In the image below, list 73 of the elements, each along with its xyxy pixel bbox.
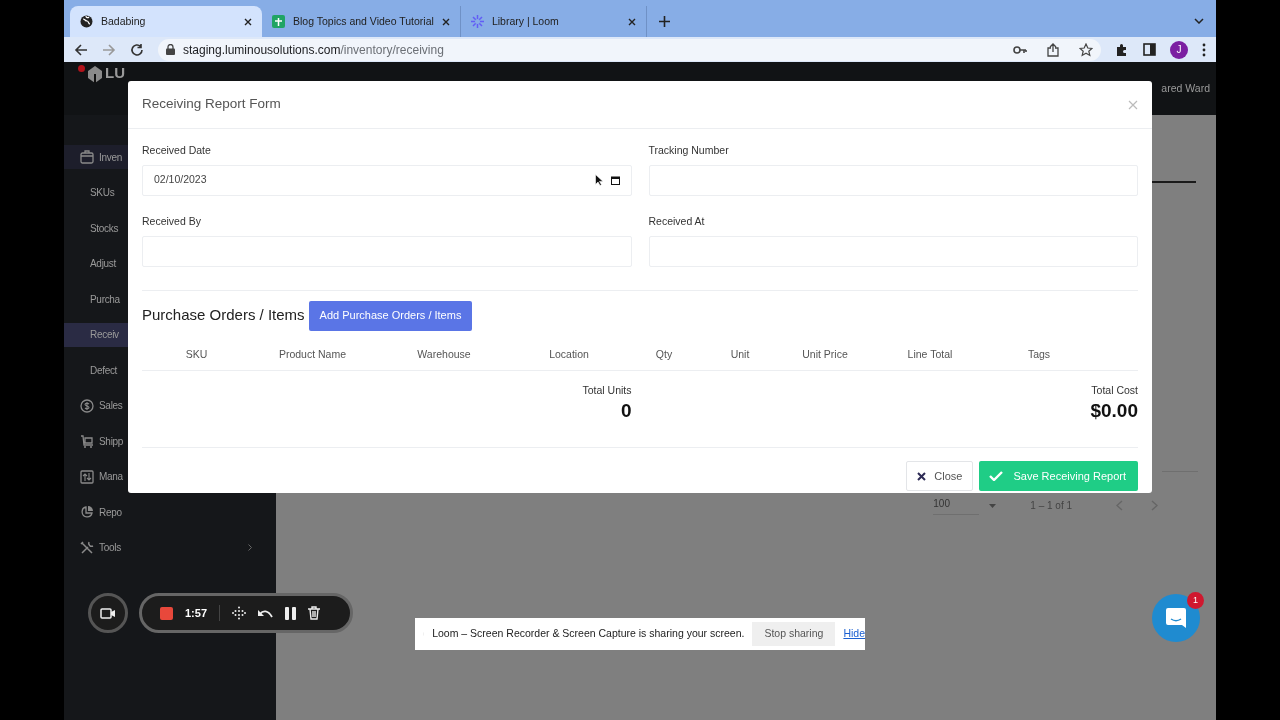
share-icon[interactable]: [1047, 42, 1059, 57]
lock-icon: [166, 44, 175, 55]
close-icon[interactable]: [627, 17, 636, 26]
reload-icon[interactable]: [130, 42, 144, 57]
box-icon: [80, 150, 94, 164]
url-text: staging.luminousolutions.com/inventory/receiving: [183, 41, 444, 59]
date-field[interactable]: 02/10/2023: [142, 164, 632, 196]
sidebar-item[interactable]: Sales: [64, 393, 276, 418]
address-bar[interactable]: staging.luminousolutions.com/inventory/receiving: [158, 38, 1101, 61]
field-label: Received At: [648, 213, 706, 229]
sidebar-item[interactable]: Mana: [64, 464, 276, 489]
grid-dots-icon[interactable]: [232, 606, 247, 620]
sidebar-item[interactable]: Shipp: [64, 429, 276, 453]
calendar-icon[interactable]: [610, 175, 620, 185]
add-button[interactable]: Add Purchase Orders / Items: [308, 300, 473, 331]
close-icon[interactable]: [441, 17, 450, 26]
more-icon[interactable]: [1202, 42, 1206, 57]
sharing-message: Loom – Screen Recorder & Screen Capture is sharing your screen.: [432, 626, 745, 642]
recording-timer: 1:57: [185, 604, 221, 622]
plus-icon[interactable]: [658, 16, 670, 27]
total-label: Total Cost: [1091, 382, 1138, 398]
pause-icon[interactable]: [285, 606, 297, 620]
dollar-icon: [80, 398, 94, 413]
arrows-icon: [80, 469, 94, 484]
pie-chart-icon: [80, 505, 94, 519]
column-header: Product Name: [278, 347, 347, 363]
close-icon[interactable]: [244, 17, 252, 26]
star-icon[interactable]: [1079, 42, 1093, 57]
back-icon[interactable]: [74, 42, 88, 57]
modal-title: Receiving Report Form: [142, 95, 281, 114]
cursor-icon: [594, 174, 603, 187]
column-header: Unit: [730, 347, 750, 363]
trash-icon[interactable]: [308, 606, 321, 620]
section-title: Purchase Orders / Items: [142, 305, 305, 326]
column-header: Warehouse: [417, 347, 471, 363]
close-button[interactable]: Close: [906, 461, 974, 492]
checkmark-icon: [989, 471, 1004, 482]
column-header: Unit Price: [802, 347, 848, 363]
stop-sharing-button[interactable]: Stop sharing: [752, 622, 836, 646]
tools-icon: [80, 540, 94, 555]
field-label: Tracking Number: [648, 143, 730, 158]
caret-icon[interactable]: [989, 503, 997, 508]
starburst-icon: [470, 15, 484, 28]
undo-icon[interactable]: [258, 607, 274, 619]
profile-avatar[interactable]: J: [1170, 40, 1188, 59]
cart-icon: [80, 434, 94, 448]
key-icon[interactable]: [1013, 44, 1027, 55]
chevron-down-icon[interactable]: [1194, 18, 1204, 24]
column-header: Location: [549, 347, 589, 363]
column-header: Line Total: [907, 347, 953, 363]
sidebar-icon[interactable]: [1143, 43, 1156, 56]
total-value: 0: [620, 399, 632, 424]
user-name[interactable]: ared Ward: [1161, 80, 1210, 97]
logo-icon: [88, 65, 102, 83]
browser-tab[interactable]: Badabing: [70, 6, 262, 37]
video-camera-icon: [100, 607, 116, 619]
field-label: Received By: [142, 213, 202, 229]
chat-icon: [1165, 607, 1187, 629]
globe-icon: [80, 15, 93, 28]
total-value: $0.00: [1090, 399, 1138, 424]
sheet-icon: [272, 15, 285, 28]
field-label: Received Date: [142, 143, 212, 158]
close-icon: [917, 471, 927, 481]
column-header: Tags: [1027, 347, 1051, 363]
column-header: Qty: [655, 347, 673, 363]
logo-text: LU: [105, 65, 125, 80]
stop-button[interactable]: [160, 606, 173, 620]
sidebar-item[interactable]: Tools: [64, 535, 276, 560]
sidebar-item[interactable]: Repo: [64, 500, 276, 524]
hide-link[interactable]: Hide: [843, 626, 865, 642]
puzzle-icon[interactable]: [1115, 42, 1129, 57]
total-label: Total Units: [582, 382, 632, 398]
column-header: SKU: [185, 347, 208, 363]
